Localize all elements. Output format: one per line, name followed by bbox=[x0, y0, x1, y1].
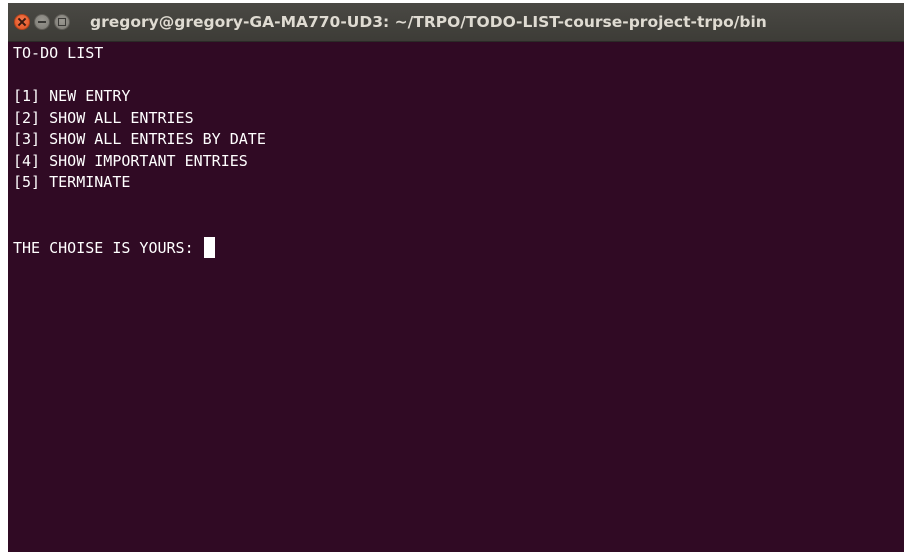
terminal-output[interactable]: TO-DO LIST [1] NEW ENTRY [2] SHOW ALL EN… bbox=[13, 43, 899, 548]
title-bar[interactable]: gregory@gregory-GA-MA770-UD3: ~/TRPO/TOD… bbox=[8, 3, 904, 42]
menu-item-show-important-entries: [4] SHOW IMPORTANT ENTRIES bbox=[13, 151, 248, 170]
menu-item-new-entry: [1] NEW ENTRY bbox=[13, 87, 131, 105]
prompt-text: THE CHOISE IS YOURS: bbox=[13, 238, 203, 257]
text-cursor[interactable] bbox=[203, 236, 215, 258]
menu-item-show-all-entries: [2] SHOW ALL ENTRIES bbox=[13, 108, 194, 127]
prompt-line[interactable]: THE CHOISE IS YOURS: bbox=[13, 236, 899, 259]
close-icon[interactable] bbox=[14, 14, 30, 30]
menu-item-terminate: [5] TERMINATE bbox=[13, 173, 131, 191]
terminal-window: gregory@gregory-GA-MA770-UD3: ~/TRPO/TOD… bbox=[8, 3, 904, 552]
maximize-icon[interactable] bbox=[54, 14, 70, 30]
menu-header: TO-DO LIST bbox=[13, 44, 104, 62]
menu-item-show-all-entries-by-date: [3] SHOW ALL ENTRIES BY DATE bbox=[13, 130, 266, 148]
minimize-icon[interactable] bbox=[34, 14, 50, 30]
window-title: gregory@gregory-GA-MA770-UD3: ~/TRPO/TOD… bbox=[90, 13, 767, 31]
